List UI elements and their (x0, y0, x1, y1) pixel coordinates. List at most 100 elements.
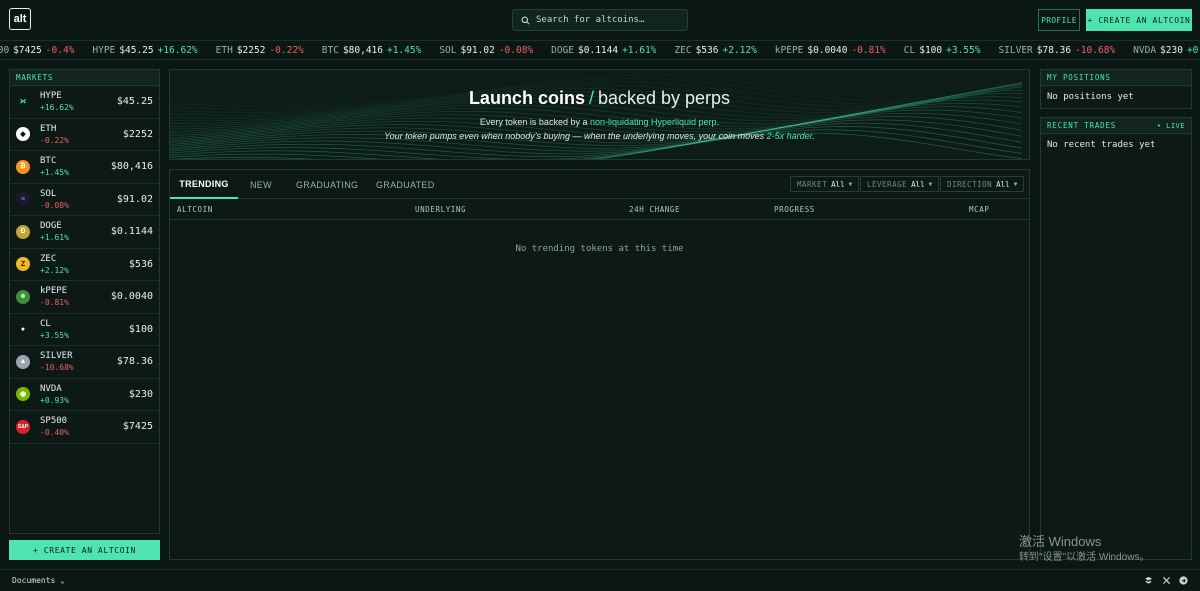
markets-header: MARKETS (10, 70, 159, 86)
positions-empty-text: No positions yet (1047, 92, 1134, 102)
ticker-symbol: ETH (215, 45, 233, 56)
ticker-price: $0.1144 (578, 45, 619, 56)
tab-trending[interactable]: TRENDING (170, 170, 238, 199)
sp500-icon: S&P (16, 419, 30, 434)
hero-sub2-post: . (812, 131, 815, 141)
ticker-item[interactable]: kPEPE $0.0040 -0.81% (775, 45, 886, 56)
market-symbol: SOL (40, 188, 57, 199)
documents-dropdown[interactable]: Documents ⌄ (12, 576, 65, 585)
market-filter[interactable]: MARKET All ▼ (790, 176, 860, 192)
ticker-item[interactable]: ZEC $536 +2.12% (674, 45, 756, 56)
ticker-item[interactable]: HYPE $45.25 +16.62% (92, 45, 197, 56)
ticker-item[interactable]: CL $100 +3.55% (904, 45, 981, 56)
telegram-icon[interactable] (1179, 576, 1188, 585)
market-symbol: kPEPE (40, 286, 68, 297)
ticker-symbol: ZEC (674, 45, 692, 56)
ticker-item[interactable]: ETH $2252 -0.22% (216, 45, 304, 56)
ticker-change: +0.93% (1186, 45, 1200, 56)
market-price: $100 (128, 323, 153, 335)
ticker-price: $536 (695, 45, 719, 56)
market-row-eth[interactable]: ◆ ETH -0.22% $2252 (10, 119, 159, 151)
tokens-panel: TRENDING NEW GRADUATING GRADUATED MARKET… (169, 169, 1030, 560)
ticker-price: $80,416 (342, 45, 383, 56)
ticker-item[interactable]: NVDA$230+0.93% (1133, 45, 1200, 56)
market-price: $91.02 (116, 193, 153, 205)
ticker-item[interactable]: SOL $91.02 -0.08% (439, 45, 533, 56)
col-underlying[interactable]: UNDERLYING (415, 205, 466, 214)
eth-icon: ◆ (16, 127, 30, 142)
ticker-symbol: kPEPE (774, 45, 804, 56)
docs-book-icon[interactable] (1144, 576, 1153, 585)
col-altcoin[interactable]: ALTCOIN (177, 205, 213, 214)
markets-title: MARKETS (16, 73, 54, 82)
search-placeholder: Search for altcoins… (536, 15, 645, 25)
x-twitter-icon[interactable] (1162, 576, 1171, 585)
direction-filter[interactable]: DIRECTION All ▼ (940, 176, 1025, 192)
market-change: +3.55% (40, 330, 69, 340)
ticker-symbol: BTC (321, 45, 339, 56)
market-row-hype[interactable]: ⟗ HYPE +16.62% $45.25 (10, 86, 159, 119)
hero-sub2-highlight: 2-5x harder (766, 131, 813, 141)
market-name-block: SILVER -10.68% (40, 351, 117, 372)
ticker-item[interactable]: BTC $80,416 +1.45% (322, 45, 422, 56)
ticker-change: -0.08% (498, 45, 534, 56)
market-change: -0.08% (40, 200, 69, 210)
ticker-change: +1.61% (622, 45, 657, 56)
market-symbol: SILVER (40, 351, 73, 362)
market-name-block: HYPE +16.62% (40, 91, 117, 112)
markets-panel: MARKETS ⟗ HYPE +16.62% $45.25 ◆ ETH -0.22% $225… (9, 69, 160, 534)
market-row-sp500[interactable]: S&P SP500 -0.40% $7425 (10, 411, 159, 444)
market-change: +16.62% (40, 103, 74, 113)
hyperliquid-perp-link[interactable]: non-liquidating Hyperliquid perp (590, 117, 717, 127)
recent-trades-panel: RECENT TRADES • LIVE No recent trades ye… (1040, 117, 1192, 560)
col-24h-change[interactable]: 24H CHANGE (629, 205, 680, 214)
tab-graduated[interactable]: GRADUATED (376, 170, 435, 199)
market-price: $230 (128, 388, 153, 400)
hero-title: Launch coins / backed by perps (170, 88, 1029, 109)
market-row-kpepe[interactable]: ☻ kPEPE -0.81% $0.0040 (10, 281, 159, 314)
chevron-down-icon: ▼ (928, 180, 933, 188)
market-row-zec[interactable]: Z ZEC +2.12% $536 (10, 249, 159, 281)
market-name-block: SP500 -0.40% (40, 416, 123, 437)
leverage-filter[interactable]: LEVERAGE All ▼ (860, 176, 940, 192)
market-row-silver[interactable]: ▲ SILVER -10.68% $78.36 (10, 346, 159, 379)
market-name-block: BTC +1.45% (40, 156, 111, 177)
ticker-price: $0.0040 (807, 45, 848, 56)
market-name-block: ZEC +2.12% (40, 254, 129, 275)
zec-icon: Z (16, 257, 30, 272)
market-row-cl[interactable]: ● CL +3.55% $100 (10, 314, 159, 346)
market-change: +2.12% (40, 265, 69, 275)
ticker-item[interactable]: SILVER $78.36 -10.68% (998, 45, 1115, 56)
ticker-item[interactable]: 500$7425-0.4% (0, 45, 74, 56)
search-input[interactable]: Search for altcoins… (512, 9, 688, 31)
market-row-btc[interactable]: ₿ BTC +1.45% $80,416 (10, 151, 159, 184)
create-altcoin-sidebar-button[interactable]: + CREATE AN ALTCOIN (9, 540, 160, 560)
top-header: alt Search for altcoins… PROFILE + CREAT… (0, 0, 1200, 40)
hero-banner: Launch coins / backed by perps Every token… (169, 69, 1030, 160)
market-name-block: ETH -0.22% (40, 124, 123, 145)
ticker-symbol: HYPE (92, 45, 116, 56)
chevron-down-icon: ▼ (1013, 180, 1018, 188)
tab-new[interactable]: NEW (250, 170, 272, 199)
market-row-doge[interactable]: Ð DOGE +1.61% $0.1144 (10, 216, 159, 249)
nvda-icon: ◉ (16, 387, 30, 402)
recent-trades-header: RECENT TRADES • LIVE (1041, 118, 1191, 134)
market-price: $80,416 (110, 161, 153, 173)
market-row-nvda[interactable]: ◉ NVDA +0.93% $230 (10, 379, 159, 411)
create-altcoin-button[interactable]: + CREATE AN ALTCOIN (1086, 9, 1192, 31)
market-price: $45.25 (116, 96, 153, 108)
alt-logo[interactable]: alt (9, 8, 31, 30)
tabs-bar: TRENDING NEW GRADUATING GRADUATED MARKET… (170, 170, 1029, 199)
col-progress[interactable]: PROGRESS (774, 205, 815, 214)
market-change: -0.22% (40, 135, 69, 145)
ticker-symbol: SILVER (998, 45, 1033, 56)
market-name-block: SOL -0.08% (40, 189, 117, 210)
ticker-item[interactable]: DOGE $0.1144 +1.61% (551, 45, 656, 56)
col-mcap[interactable]: MCAP (969, 205, 989, 214)
profile-button[interactable]: PROFILE (1038, 9, 1080, 31)
wave-mesh-graphic (170, 74, 1023, 159)
market-row-sol[interactable]: ≡ SOL -0.08% $91.02 (10, 184, 159, 216)
tab-graduating[interactable]: GRADUATING (296, 170, 358, 199)
positions-panel: MY POSITIONS No positions yet (1040, 69, 1192, 109)
market-change: +1.61% (40, 233, 69, 243)
